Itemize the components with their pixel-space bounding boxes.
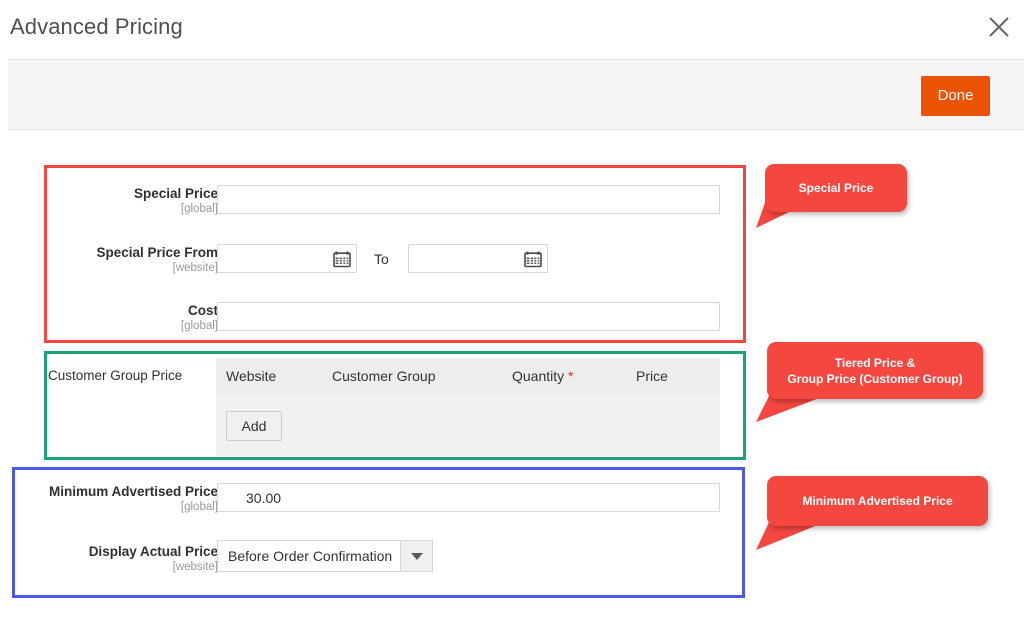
- calendar-icon[interactable]: [333, 250, 351, 268]
- callout-text-line-1: Tiered Price &: [834, 355, 916, 370]
- display-actual-price-label-block: Display Actual Price [website]: [0, 544, 218, 575]
- cost-label: Cost: [188, 303, 218, 318]
- column-header-customer-group: Customer Group: [332, 368, 436, 384]
- cost-scope: [global]: [180, 320, 218, 332]
- special-price-label-block: Special Price [global]: [0, 186, 218, 217]
- display-actual-price-label: Display Actual Price: [88, 544, 218, 559]
- table-body: Add: [216, 394, 720, 456]
- table-header-row: Website Customer Group Quantity * Price: [216, 358, 720, 394]
- column-header-quantity: Quantity *: [512, 368, 573, 384]
- done-button[interactable]: Done: [921, 76, 990, 116]
- callout-text: Minimum Advertised Price: [802, 494, 953, 508]
- special-price-from-label-block: Special Price From [website]: [0, 245, 218, 276]
- minimum-advertised-price-input[interactable]: [217, 483, 720, 512]
- minimum-advertised-price-scope: [global]: [180, 501, 218, 513]
- callout-bubble: Tiered Price & Group Price (Customer Gro…: [767, 342, 983, 399]
- special-price-to-date-wrap: [408, 244, 548, 273]
- special-price-from-label: Special Price From: [96, 245, 218, 260]
- special-price-from-scope: [website]: [172, 262, 218, 274]
- required-marker: *: [568, 368, 574, 384]
- callout-minimum-advertised-price: Minimum Advertised Price: [744, 472, 994, 568]
- display-actual-price-scope: [website]: [172, 561, 218, 573]
- date-range-separator: To: [374, 251, 389, 267]
- special-price-input[interactable]: [217, 185, 720, 214]
- callout-bubble: Minimum Advertised Price: [767, 476, 988, 526]
- special-price-label: Special Price: [133, 186, 218, 201]
- customer-group-price-table: Website Customer Group Quantity * Price …: [216, 358, 720, 456]
- calendar-icon[interactable]: [524, 250, 542, 268]
- column-header-quantity-text: Quantity: [512, 368, 565, 384]
- minimum-advertised-price-label: Minimum Advertised Price: [48, 484, 218, 499]
- callout-special-price: Special Price: [744, 160, 914, 250]
- callout-text-line-2: Group Price (Customer Group): [787, 371, 963, 386]
- chevron-down-icon[interactable]: [400, 540, 433, 572]
- callout-text: Special Price: [798, 181, 874, 195]
- cost-label-block: Cost [global]: [0, 303, 218, 334]
- customer-group-price-label-block: Customer Group Price: [48, 368, 218, 384]
- callout-tiered-group-price: Tiered Price & Group Price (Customer Gro…: [744, 338, 994, 434]
- minimum-advertised-price-label-block: Minimum Advertised Price [global]: [0, 484, 218, 515]
- page-title: Advanced Pricing: [10, 14, 183, 39]
- display-actual-price-select[interactable]: Before Order Confirmation: [217, 540, 433, 572]
- add-button[interactable]: Add: [226, 411, 282, 441]
- column-header-price: Price: [636, 368, 668, 384]
- modal-toolbar: Done: [8, 59, 1024, 130]
- special-price-scope: [global]: [180, 203, 218, 215]
- customer-group-price-label: Customer Group Price: [48, 368, 183, 383]
- advanced-pricing-modal: Advanced Pricing Done Special Price [glo…: [0, 0, 1024, 618]
- callout-bubble: Special Price: [765, 164, 907, 212]
- special-price-from-date-wrap: [217, 244, 357, 273]
- cost-input[interactable]: [217, 302, 720, 331]
- column-header-website: Website: [226, 368, 277, 384]
- close-icon[interactable]: [984, 12, 1014, 42]
- display-actual-price-selected-value: Before Order Confirmation: [217, 540, 400, 572]
